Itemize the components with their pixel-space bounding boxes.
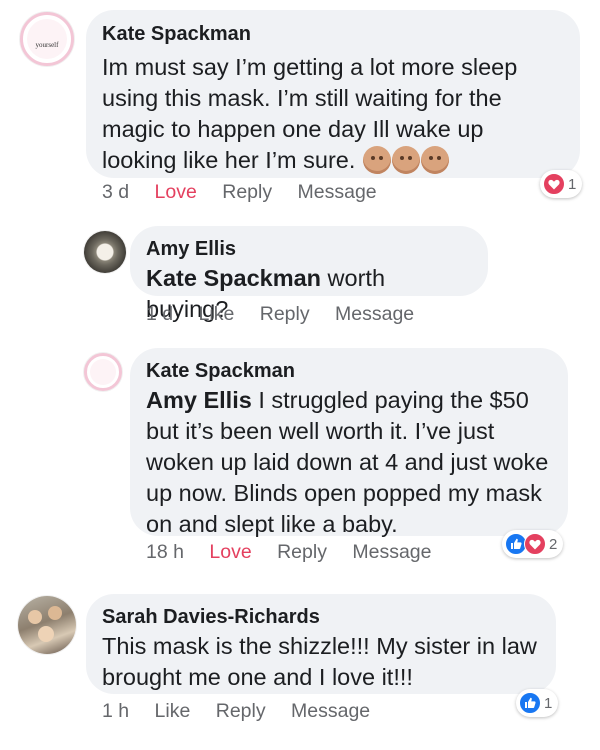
hugging-emoji-icon: [362, 146, 391, 174]
comment-timestamp[interactable]: 1 h: [102, 700, 129, 722]
comment-timestamp[interactable]: 1 d: [146, 303, 173, 325]
reaction-summary[interactable]: 1: [540, 170, 583, 198]
comment-text: Amy Ellis I struggled paying the $50 but…: [146, 385, 552, 540]
avatar-image: [48, 606, 62, 620]
comment-timestamp[interactable]: 3 d: [102, 181, 129, 203]
avatar-amy-ellis[interactable]: [84, 231, 126, 273]
comment-text: This mask is the shizzle!!! My sister in…: [102, 631, 540, 693]
avatar-kate-spackman[interactable]: yourself: [20, 12, 74, 66]
comment-actions: 1 h Like Reply Message: [102, 699, 390, 723]
avatar-image: [90, 359, 116, 385]
comment-author[interactable]: Amy Ellis: [146, 237, 472, 261]
comment-bubble[interactable]: Kate Spackman Amy Ellis I struggled payi…: [130, 348, 568, 537]
mention-link[interactable]: Amy Ellis: [146, 387, 252, 413]
comment-bubble[interactable]: Kate Spackman Im must say I’m getting a …: [86, 10, 580, 178]
avatar-caption: yourself: [35, 41, 59, 49]
avatar-image: [28, 610, 42, 624]
reaction-count: 1: [568, 175, 577, 193]
love-button[interactable]: Love: [209, 541, 251, 563]
reaction-summary[interactable]: 2: [502, 530, 564, 558]
like-reaction-icon: [519, 692, 541, 714]
comment-text-content: This mask is the shizzle!!! My sister in…: [102, 633, 537, 690]
avatar-sarah-davies-richards[interactable]: [18, 596, 76, 654]
like-button[interactable]: Like: [155, 700, 191, 722]
comment-timestamp[interactable]: 18 h: [146, 541, 184, 563]
comment-actions: 18 h Love Reply Message: [146, 540, 452, 564]
reaction-count: 2: [549, 535, 558, 553]
message-button[interactable]: Message: [335, 303, 414, 325]
reaction-summary[interactable]: 1: [516, 689, 559, 717]
avatar-kate-spackman[interactable]: [84, 353, 122, 391]
avatar-image: yourself: [27, 19, 67, 59]
love-button[interactable]: Love: [155, 181, 197, 203]
comment-actions: 3 d Love Reply Message: [102, 180, 397, 204]
comment-author[interactable]: Sarah Davies-Richards: [102, 605, 540, 629]
comment-actions: 1 d Like Reply Message: [146, 302, 434, 326]
message-button[interactable]: Message: [298, 181, 377, 203]
reply-button[interactable]: Reply: [277, 541, 327, 563]
hugging-emoji-icon: [391, 146, 420, 174]
reply-button[interactable]: Reply: [216, 700, 266, 722]
comment-text: Im must say I’m getting a lot more sleep…: [102, 52, 564, 176]
comment-author[interactable]: Kate Spackman: [102, 22, 564, 46]
comment-author[interactable]: Kate Spackman: [146, 359, 552, 383]
love-reaction-icon: [543, 173, 565, 195]
comment-bubble[interactable]: Amy Ellis Kate Spackman worth buying?: [130, 226, 488, 322]
mention-link[interactable]: Kate Spackman: [146, 265, 321, 291]
reaction-count: 1: [544, 694, 553, 712]
reply-button[interactable]: Reply: [260, 303, 310, 325]
message-button[interactable]: Message: [291, 700, 370, 722]
message-button[interactable]: Message: [352, 541, 431, 563]
love-reaction-icon: [524, 533, 546, 555]
reply-button[interactable]: Reply: [222, 181, 272, 203]
comment-bubble[interactable]: Sarah Davies-Richards This mask is the s…: [86, 594, 556, 694]
like-button[interactable]: Like: [199, 303, 235, 325]
comment-text-content: Im must say I’m getting a lot more sleep…: [102, 54, 518, 173]
avatar-image: [38, 626, 54, 642]
hugging-emoji-icon: [420, 146, 449, 174]
